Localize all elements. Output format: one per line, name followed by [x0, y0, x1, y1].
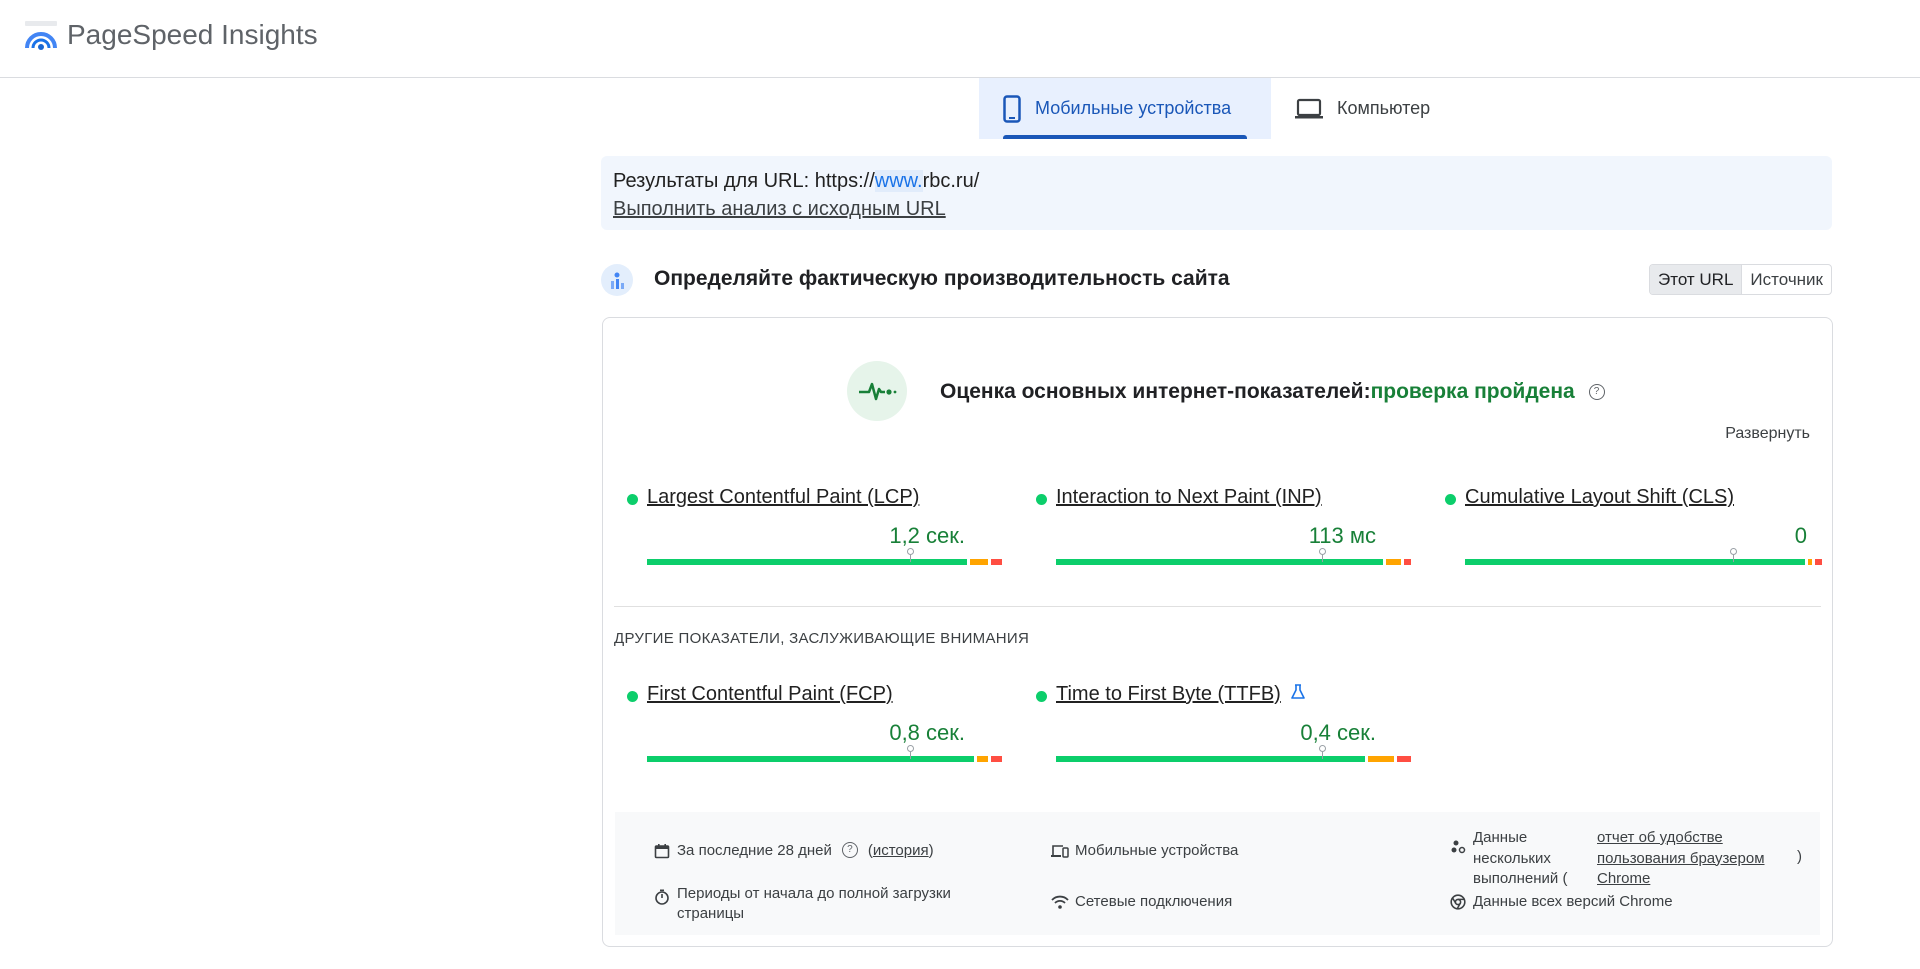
good-segment — [1056, 559, 1384, 565]
network-info: Сетевые подключения — [1051, 893, 1232, 911]
needs-improvement-segment — [1386, 559, 1401, 565]
other-metrics-label: ДРУГИЕ ПОКАЗАТЕЛИ, ЗАСЛУЖИВАЮЩИЕ ВНИМАНИ… — [614, 630, 1030, 647]
metric-name[interactable]: Cumulative Layout Shift (CLS) — [1465, 486, 1734, 509]
needs-improvement-segment — [1368, 756, 1394, 762]
tab-label: Компьютер — [1337, 98, 1431, 118]
metric-fcp: First Contentful Paint (FCP) 0,8 сек. — [627, 683, 1002, 778]
field-data-header: Определяйте фактическую производительнос… — [601, 262, 1832, 298]
good-segment — [647, 756, 975, 762]
history-paren-close: ) — [928, 842, 934, 859]
metric-cls: Cumulative Layout Shift (CLS) 0 — [1445, 486, 1822, 581]
help-icon[interactable]: ? — [841, 842, 858, 858]
network-text: Сетевые подключения — [1075, 893, 1233, 910]
metric-value: 0,4 сек. — [1300, 720, 1376, 745]
cwv-assessment: Оценка основных интернет-показателей:про… — [940, 380, 1605, 404]
period-text: За последние 28 дней — [677, 842, 832, 859]
history-link[interactable]: история — [873, 842, 929, 859]
metric-value: 1,2 сек. — [889, 523, 965, 548]
active-tab-indicator — [1003, 135, 1247, 139]
field-data-icon — [601, 264, 633, 296]
chrome-text: Данные всех версий Chrome — [1473, 893, 1673, 910]
distribution-bar — [1056, 548, 1411, 565]
cwv-title: Оценка основных интернет-показателей: — [940, 380, 1371, 403]
analyzed-url: Результаты для URL: https://www.rbc.ru/ — [613, 170, 979, 193]
metric-name: Time to First Byte (TTFB) — [1056, 683, 1305, 706]
url-prefix: Результаты для URL: https:// — [613, 170, 875, 192]
metric-ttfb: Time to First Byte (TTFB) 0,4 сек. — [1036, 683, 1411, 778]
data-points-icon — [1449, 838, 1467, 856]
metric-value: 0,8 сек. — [889, 720, 965, 745]
wifi-icon — [1051, 893, 1069, 911]
chrome-info: Данные всех версий Chrome — [1449, 893, 1673, 911]
metric-name[interactable]: First Contentful Paint (FCP) — [647, 683, 893, 706]
duration-info: Периоды от начала до полной загрузки стр… — [653, 884, 993, 924]
duration-text: Периоды от начала до полной загрузки стр… — [677, 885, 951, 922]
poor-segment — [1814, 559, 1822, 565]
status-dot — [627, 691, 638, 702]
url-highlight: www. — [874, 170, 923, 192]
analyze-original-url-link[interactable]: Выполнить анализ с исходным URL — [613, 198, 946, 221]
distribution-bar — [1056, 745, 1411, 762]
metric-name[interactable]: Interaction to Next Paint (INP) — [1056, 486, 1322, 509]
tab-desktop[interactable]: Компьютер — [1271, 78, 1451, 139]
url-origin-toggle: Этот URL Источник — [1649, 264, 1832, 295]
good-segment — [1056, 756, 1366, 762]
distribution-bar — [647, 745, 1002, 762]
needs-improvement-segment — [1807, 559, 1812, 565]
crux-report-link[interactable]: отчет об удобстве пользования браузером … — [1597, 828, 1781, 890]
status-dot — [1445, 494, 1456, 505]
calendar-icon — [653, 842, 671, 860]
pagespeed-logo-icon[interactable] — [24, 20, 58, 52]
data-samples-text: Данные нескольких выполнений ( — [1473, 829, 1568, 887]
good-segment — [647, 559, 968, 565]
tab-label: Мобильные устройства — [1035, 98, 1232, 118]
good-segment — [1465, 559, 1805, 565]
distribution-bar — [1465, 548, 1822, 565]
metric-value: 0 — [1794, 523, 1807, 548]
metric-name[interactable]: Largest Contentful Paint (LCP) — [647, 486, 919, 509]
field-data-card: Оценка основных интернет-показателей:про… — [602, 317, 1833, 947]
status-dot — [1036, 691, 1047, 702]
pulse-icon — [847, 361, 907, 421]
metric-value: 113 мс — [1308, 523, 1376, 548]
metric-inp: Interaction to Next Paint (INP) 113 мс — [1036, 486, 1411, 581]
toggle-this-url[interactable]: Этот URL — [1650, 265, 1743, 294]
data-info-footer: За последние 28 дней ? (история) Периоды… — [615, 812, 1820, 935]
data-samples-info: Данные нескольких выполнений ( отчет об … — [1449, 828, 1802, 890]
needs-improvement-segment — [970, 559, 989, 565]
stopwatch-icon — [653, 888, 671, 906]
cwv-status: проверка пройдена — [1370, 380, 1575, 403]
tab-mobile[interactable]: Мобильные устройства — [979, 78, 1271, 139]
help-icon[interactable]: ? — [1588, 384, 1605, 401]
section-divider — [614, 606, 1821, 607]
crux-paren-close: ) — [1797, 848, 1802, 865]
poor-segment — [1403, 559, 1411, 565]
devices-info: Мобильные устройства — [1051, 842, 1238, 860]
laptop-icon — [1295, 98, 1323, 120]
url-info-box: Результаты для URL: https://www.rbc.ru/ … — [601, 156, 1832, 230]
poor-segment — [1396, 756, 1411, 762]
top-bar: PageSpeed Insights — [0, 0, 1920, 78]
url-suffix: rbc.ru/ — [922, 170, 980, 192]
devices-text: Мобильные устройства — [1075, 842, 1239, 859]
toggle-origin[interactable]: Источник — [1742, 265, 1831, 294]
chrome-icon — [1449, 893, 1467, 911]
distribution-bar — [647, 548, 1002, 565]
poor-segment — [991, 756, 1002, 762]
metric-lcp: Largest Contentful Paint (LCP) 1,2 сек. — [627, 486, 1002, 581]
status-dot — [1036, 494, 1047, 505]
period-info: За последние 28 дней ? (история) — [653, 842, 934, 860]
poor-segment — [991, 559, 1002, 565]
field-data-title: Определяйте фактическую производительнос… — [654, 267, 1230, 290]
devices-icon — [1051, 842, 1069, 860]
metric-name-text[interactable]: Time to First Byte (TTFB) — [1056, 683, 1281, 705]
expand-button[interactable]: Развернуть — [1725, 425, 1810, 443]
needs-improvement-segment — [977, 756, 989, 762]
flask-icon[interactable] — [1291, 683, 1305, 706]
status-dot — [627, 494, 638, 505]
smartphone-icon — [1003, 94, 1021, 123]
app-title[interactable]: PageSpeed Insights — [67, 19, 318, 51]
